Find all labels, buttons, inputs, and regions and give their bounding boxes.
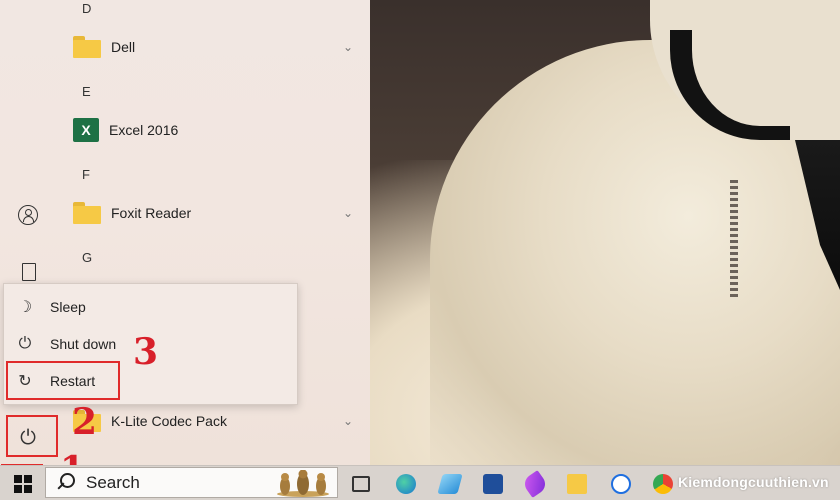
app-label: Dell xyxy=(111,39,136,55)
group-letter-g[interactable]: G xyxy=(82,250,92,265)
task-view-icon[interactable] xyxy=(352,476,370,492)
microsoft-store-icon[interactable] xyxy=(483,474,503,494)
shutdown-label: Shut down xyxy=(50,336,117,352)
app-foxit-reader[interactable]: Foxit Reader ⌄ xyxy=(73,196,353,230)
step-number-2: 2 xyxy=(72,401,98,443)
app-dell[interactable]: Dell ⌄ xyxy=(73,30,353,64)
moon-icon: ☽ xyxy=(17,299,33,316)
chevron-down-icon[interactable]: ⌄ xyxy=(343,206,353,220)
folder-icon xyxy=(73,202,101,224)
chevron-down-icon[interactable]: ⌄ xyxy=(343,414,353,428)
user-account-button[interactable] xyxy=(18,205,40,227)
wallpaper-zipper xyxy=(730,180,738,300)
file-explorer-icon[interactable] xyxy=(567,474,587,494)
folder-icon xyxy=(73,36,101,58)
step-number-3: 3 xyxy=(133,331,159,373)
sleep-option[interactable]: ☽ Sleep xyxy=(14,290,294,324)
watermark-text: Kiemdongcuuthien.vn xyxy=(678,474,829,490)
documents-icon[interactable] xyxy=(22,263,36,281)
windows-start-icon[interactable] xyxy=(14,475,32,493)
power-button-highlight xyxy=(6,415,58,457)
group-letter-d[interactable]: D xyxy=(82,1,91,16)
group-letter-e[interactable]: E xyxy=(82,84,91,99)
app-label: K-Lite Codec Pack xyxy=(111,413,227,429)
chrome-icon[interactable] xyxy=(653,474,673,494)
desktop-wallpaper xyxy=(370,0,840,465)
sleep-label: Sleep xyxy=(50,299,86,315)
edge-browser-icon[interactable] xyxy=(396,474,416,494)
restart-highlight xyxy=(6,361,120,400)
app-excel-2016[interactable]: X Excel 2016 xyxy=(73,113,353,147)
chevron-down-icon[interactable]: ⌄ xyxy=(343,40,353,54)
search-icon xyxy=(54,472,76,494)
app-label: Excel 2016 xyxy=(109,122,179,138)
search-placeholder: Search xyxy=(86,472,140,492)
zalo-icon[interactable] xyxy=(611,474,631,494)
taskbar-search-box[interactable]: Search xyxy=(45,467,338,498)
meerkats-icon xyxy=(277,470,329,497)
excel-icon: X xyxy=(73,118,99,142)
app-k-lite-codec-pack[interactable]: K-Lite Codec Pack ⌄ xyxy=(73,404,353,438)
power-icon: ⏻ xyxy=(18,335,32,352)
user-icon xyxy=(18,205,38,225)
app-label: Foxit Reader xyxy=(111,205,192,221)
group-letter-f[interactable]: F xyxy=(82,167,90,182)
